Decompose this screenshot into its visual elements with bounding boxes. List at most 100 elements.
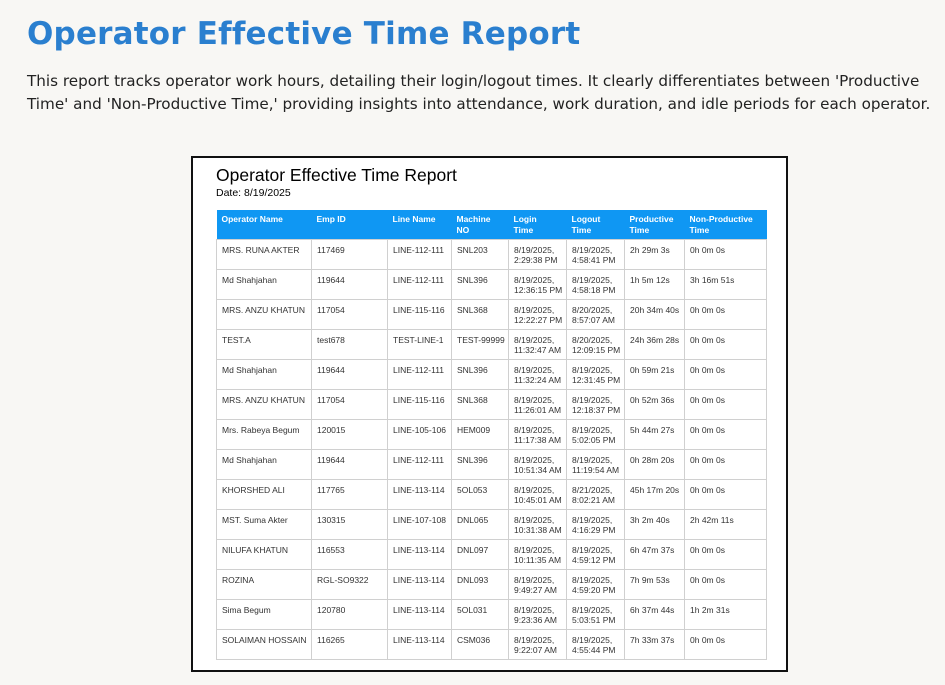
cell-text: SNL396	[457, 454, 488, 465]
table-cell: 8/20/2025, 12:09:15 PM	[566, 328, 625, 360]
cell-text: 20h 34m 40s	[630, 304, 680, 315]
cell-text: 8/19/2025,	[514, 454, 555, 465]
table-cell: 0h 0m 0s	[684, 478, 767, 510]
cell-text: Md Shahjahan	[222, 454, 277, 465]
cell-text: 5OL053	[457, 484, 488, 495]
cell-text: LINE-105-106	[393, 424, 446, 435]
cell-text: LINE-112-111	[393, 454, 445, 465]
table-cell: RGL-SO9322	[311, 568, 388, 600]
cell-text: 8/20/2025,	[572, 334, 613, 345]
table-cell: 7h 9m 53s	[624, 568, 685, 600]
cell-text: MST. Suma Akter	[222, 514, 288, 525]
cell-text: 0h 0m 0s	[690, 304, 725, 315]
table-row: ROZINA RGL-SO9322 LINE-113-114 DNL093 8/19/2…	[216, 568, 767, 600]
table-cell: 8/19/2025, 11:26:01 AM	[508, 388, 567, 420]
column-header: Logout Time	[566, 210, 625, 239]
cell-text: 4:59:20 PM	[572, 584, 616, 595]
table-cell: 5h 44m 27s	[624, 418, 685, 450]
table-cell: MRS. RUNA AKTER	[216, 238, 312, 270]
cell-text: 8/19/2025,	[514, 544, 555, 555]
table-header-row: Operator Name Emp ID Line Name Machine NO Log…	[216, 210, 767, 239]
cell-text: 45h 17m 20s	[630, 484, 680, 495]
table-cell: 120780	[311, 598, 388, 630]
cell-text: Time	[571, 224, 592, 235]
table-cell: 119644	[311, 358, 388, 390]
table-cell: 0h 28m 20s	[624, 448, 685, 480]
cell-text: 3h 2m 40s	[630, 514, 670, 525]
cell-text: 2h 42m 11s	[690, 514, 734, 525]
table-cell: 0h 0m 0s	[684, 238, 767, 270]
cell-text: Emp ID	[316, 214, 346, 224]
table-row: TEST.A test678 TEST-LINE-1 TEST-99999 8/19/2…	[216, 328, 767, 360]
cell-text: 5h 44m 27s	[630, 424, 675, 435]
table-cell: CSM036	[451, 628, 509, 660]
cell-text: 0h 59m 21s	[630, 364, 675, 375]
table-row: KHORSHED ALI 117765 LINE-113-114 5OL053 8/19…	[216, 478, 767, 510]
table-row: Md Shahjahan 119644 LINE-112-111 SNL396 8/19…	[216, 448, 767, 480]
cell-text: 1h 5m 12s	[630, 274, 670, 285]
cell-text: 8/19/2025,	[572, 604, 613, 615]
table-cell: DNL093	[451, 568, 509, 600]
table-row: MRS. ANZU KHATUN 117054 LINE-115-116 SNL368…	[216, 298, 767, 330]
table-cell: 8/19/2025, 4:58:41 PM	[566, 238, 625, 270]
cell-text: Non-Productive	[689, 214, 753, 224]
cell-text: KHORSHED ALI	[222, 484, 285, 495]
cell-text: 9:22:07 AM	[514, 644, 558, 655]
table-cell: 120015	[311, 418, 388, 450]
cell-text: 11:26:01 AM	[514, 404, 562, 415]
table-cell: 8/19/2025, 4:55:44 PM	[566, 628, 625, 660]
table-cell: 6h 47m 37s	[624, 538, 685, 570]
cell-text: 7h 33m 37s	[630, 634, 675, 645]
cell-text: TEST.A	[222, 334, 251, 345]
cell-text: 10:51:34 AM	[514, 464, 562, 475]
table-cell: HEM009	[451, 418, 509, 450]
cell-text: 0h 0m 0s	[690, 454, 725, 465]
table-row: MRS. ANZU KHATUN 117054 LINE-115-116 SNL368…	[216, 388, 767, 420]
cell-text: 120015	[317, 424, 346, 435]
cell-text: LINE-113-114	[393, 544, 445, 555]
table-cell: 8/19/2025, 12:36:15 PM	[508, 268, 567, 300]
table-cell: 45h 17m 20s	[624, 478, 685, 510]
table-cell: DNL065	[451, 508, 509, 540]
cell-text: 0h 28m 20s	[630, 454, 675, 465]
cell-text: 8/19/2025,	[514, 604, 555, 615]
cell-text: 6h 47m 37s	[630, 544, 675, 555]
cell-text: LINE-112-111	[393, 274, 445, 285]
table-cell: 3h 2m 40s	[624, 508, 685, 540]
table-row: Md Shahjahan 119644 LINE-112-111 SNL396 8/19…	[216, 358, 767, 390]
table-row: Mrs. Rabeya Begum 120015 LINE-105-106 HEM00…	[216, 418, 767, 450]
page-title: Operator Effective Time Report	[27, 16, 581, 52]
table-row: MRS. RUNA AKTER 117469 LINE-112-111 SNL203 8…	[216, 238, 767, 270]
cell-text: CSM036	[457, 634, 491, 645]
cell-text: 116553	[317, 544, 345, 555]
column-header: Login Time	[508, 210, 567, 239]
table-cell: LINE-113-114	[387, 568, 452, 600]
cell-text: TEST-99999	[457, 334, 505, 345]
table-cell: 8/19/2025, 12:31:45 PM	[566, 358, 625, 390]
table-cell: SNL396	[451, 268, 509, 300]
table-cell: 8/19/2025, 5:02:05 PM	[566, 418, 625, 450]
cell-text: DNL093	[457, 574, 489, 585]
cell-text: LINE-112-111	[393, 364, 445, 375]
table-cell: NILUFA KHATUN	[216, 538, 312, 570]
cell-text: Time	[513, 224, 534, 235]
table-cell: Md Shahjahan	[216, 358, 312, 390]
cell-text: 8/19/2025,	[514, 514, 555, 525]
cell-text: 8/20/2025,	[572, 304, 613, 315]
table-cell: 8/19/2025, 11:32:24 AM	[508, 358, 567, 390]
cell-text: HEM009	[457, 424, 491, 435]
table-cell: LINE-113-114	[387, 628, 452, 660]
cell-text: 8/19/2025,	[514, 244, 555, 255]
cell-text: 5OL031	[457, 604, 488, 615]
cell-text: 0h 0m 0s	[690, 334, 725, 345]
table-cell: 0h 0m 0s	[684, 328, 767, 360]
table-cell: 8/19/2025, 4:16:29 PM	[566, 508, 625, 540]
table-cell: 119644	[311, 268, 388, 300]
cell-text: 8/19/2025,	[514, 274, 555, 285]
table-cell: 8/19/2025, 4:59:20 PM	[566, 568, 625, 600]
cell-text: ROZINA	[222, 574, 255, 585]
cell-text: 8/19/2025,	[514, 334, 555, 345]
table-cell: 8/19/2025, 10:45:01 AM	[508, 478, 567, 510]
table-cell: 8/21/2025, 8:02:21 AM	[566, 478, 625, 510]
cell-text: Machine	[456, 214, 491, 224]
